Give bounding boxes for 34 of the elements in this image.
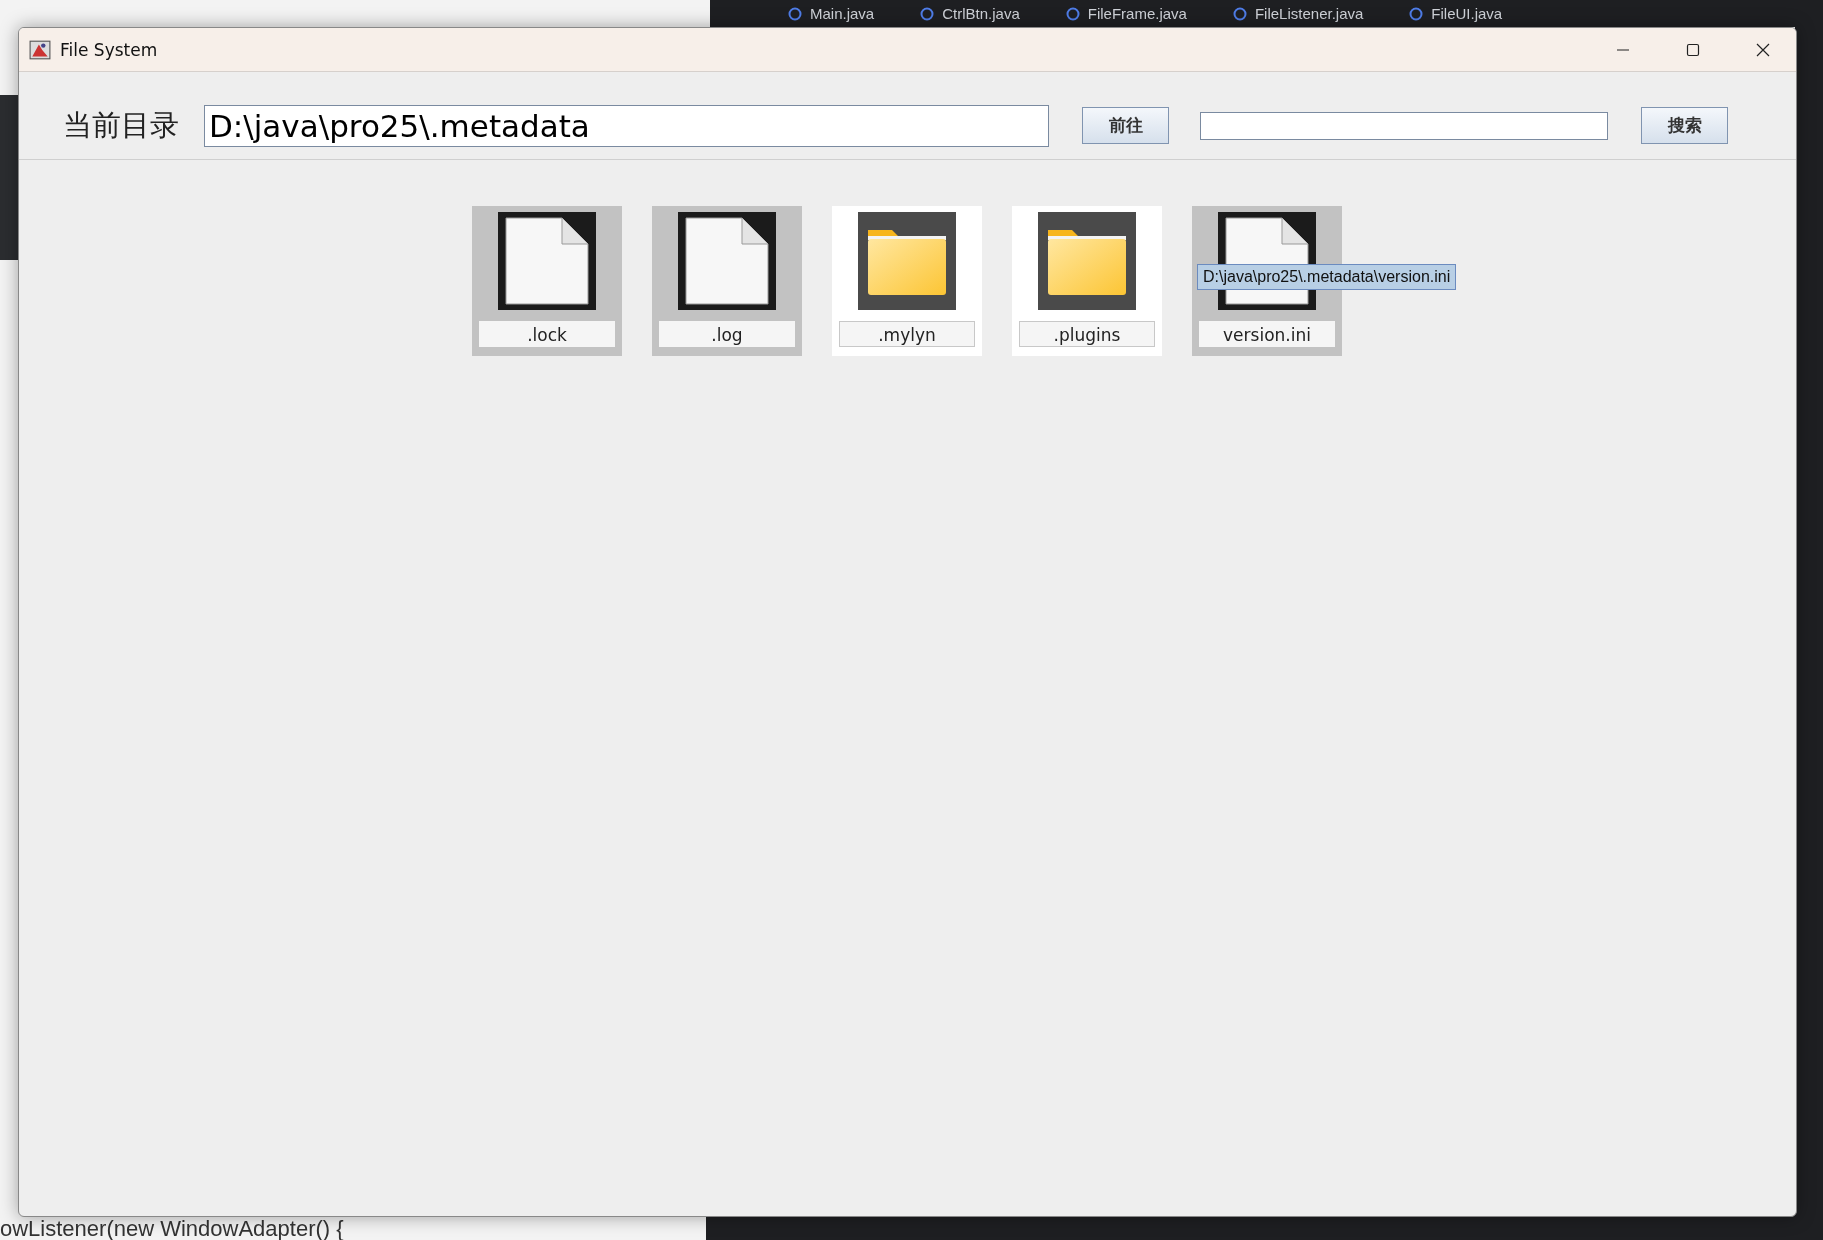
editor-tab[interactable]: FileFrame.java xyxy=(1065,5,1187,22)
search-field[interactable] xyxy=(1200,111,1608,140)
directory-label: 当前目录 xyxy=(63,107,179,143)
editor-tab[interactable]: CtrlBtn.java xyxy=(920,5,1020,22)
editor-tab[interactable]: Main.java xyxy=(788,5,875,22)
editor-tab[interactable]: FileUI.java xyxy=(1409,5,1503,22)
class-icon xyxy=(788,6,802,21)
file-name-field[interactable]: .lock xyxy=(479,321,615,347)
window-title: File System xyxy=(60,39,158,60)
file-name-field[interactable]: version.ini xyxy=(1199,321,1335,347)
code-line: owListener(new WindowAdapter() { xyxy=(0,1215,345,1240)
folder-tile[interactable]: .mylyn xyxy=(832,206,982,356)
path-field[interactable]: D:\java\pro25\.metadata xyxy=(204,104,1049,147)
class-icon xyxy=(1232,6,1247,21)
maximize-icon[interactable] xyxy=(1685,41,1701,58)
folder-tile[interactable]: .plugins xyxy=(1012,206,1162,356)
class-icon xyxy=(1065,6,1080,21)
go-button[interactable]: 前往 xyxy=(1082,107,1169,144)
file-name-field[interactable]: .log xyxy=(659,321,795,347)
class-icon xyxy=(1409,6,1424,21)
folder-icon xyxy=(858,212,956,310)
tooltip: D:\java\pro25\.metadata\version.ini xyxy=(1197,264,1457,290)
file-name-field[interactable]: .plugins xyxy=(1019,321,1155,347)
file-name-field[interactable]: .mylyn xyxy=(839,321,975,347)
class-icon xyxy=(920,6,935,21)
document-icon xyxy=(678,212,776,310)
app-icon xyxy=(29,38,51,61)
search-button[interactable]: 搜索 xyxy=(1641,107,1728,144)
document-icon xyxy=(498,212,596,310)
editor-tab[interactable]: FileListener.java xyxy=(1232,5,1364,22)
file-tile[interactable]: .log xyxy=(652,206,802,356)
folder-icon xyxy=(1038,212,1136,310)
file-tile[interactable]: .lock xyxy=(472,206,622,356)
close-icon[interactable] xyxy=(1755,41,1771,58)
